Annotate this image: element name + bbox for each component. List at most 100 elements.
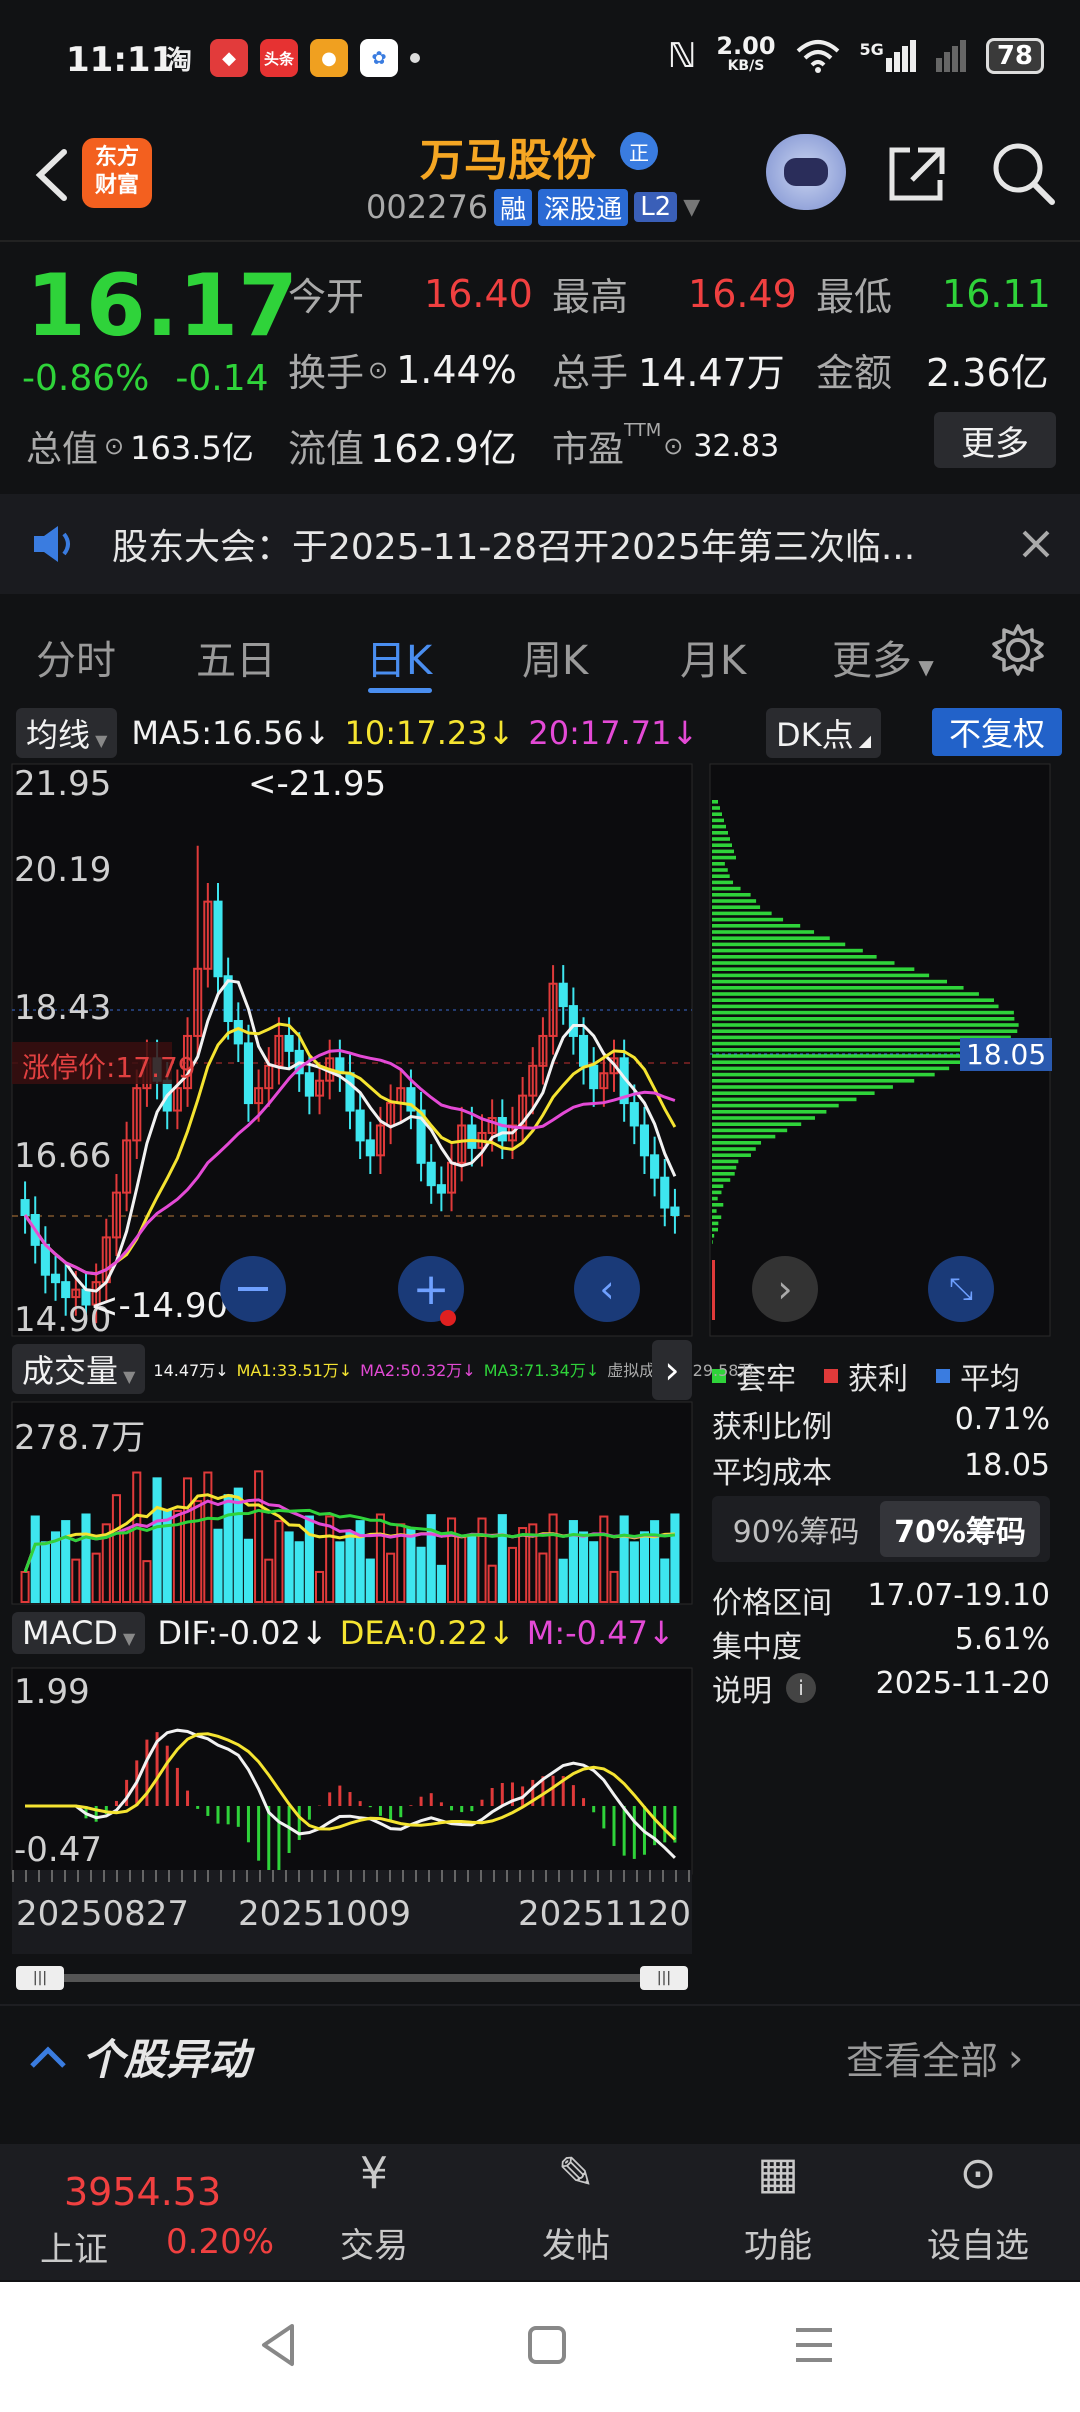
candle-body [245, 1043, 252, 1103]
expand-indicators-button[interactable]: › [652, 1340, 692, 1400]
nav-recents-icon[interactable] [792, 2324, 836, 2366]
chip-bar [712, 943, 845, 947]
macd-dea: DEA:0.22↓ [340, 1614, 515, 1652]
volume-bar [306, 1517, 313, 1602]
volume-bar [641, 1532, 648, 1602]
chip-bar [712, 1228, 718, 1232]
tab-weekly-k[interactable]: 周K [522, 628, 588, 686]
share-icon[interactable] [882, 138, 952, 208]
nfc-icon: ℕ [668, 36, 696, 76]
tab-more-label: 更多 [832, 638, 912, 684]
slider-handle-right[interactable]: ||| [640, 1966, 688, 1990]
network-type: 5G [860, 40, 884, 59]
chevron-down-icon: ▼ [683, 195, 700, 220]
nav-add-watchlist[interactable]: ⊙ 设自选 [908, 2148, 1048, 2267]
index-value[interactable]: 3954.53 [64, 2170, 221, 2214]
volume-bar [499, 1515, 506, 1602]
market-cap-value: 163.5亿 [130, 423, 254, 469]
concentration-label: 集中度 [712, 1622, 802, 1666]
x-label-mid: 20251009 [238, 1894, 411, 1934]
index-name[interactable]: 上证 [40, 2222, 108, 2271]
tag-l2: L2 [634, 192, 677, 222]
zoom-out-button[interactable] [220, 1256, 286, 1322]
macd-m: M:-0.47↓ [527, 1614, 675, 1652]
volume-bar [225, 1495, 232, 1602]
back-icon[interactable] [24, 140, 84, 210]
nav-post-label: 发帖 [506, 2218, 646, 2267]
adjust-button[interactable]: 不复权 [932, 708, 1062, 756]
tab-chip-90[interactable]: 90%筹码 [712, 1507, 880, 1551]
speaker-icon [30, 522, 80, 566]
pe-metric: 市盈 TTM ⊙ 32.83 [552, 420, 779, 472]
expand-button[interactable]: ⤡ [928, 1256, 994, 1322]
candle-body [306, 1073, 313, 1095]
volume-bar [154, 1478, 161, 1602]
nav-functions[interactable]: ▦ 功能 [708, 2148, 848, 2267]
candle-body [357, 1111, 364, 1141]
volume-bar [245, 1540, 252, 1602]
nav-post[interactable]: ✎ 发帖 [506, 2148, 646, 2267]
ma-selector[interactable]: 均线 ▼ [16, 708, 117, 758]
chip-bar [712, 998, 994, 1002]
price-range-label: 价格区间 [712, 1578, 832, 1622]
info-icon[interactable]: i [786, 1673, 816, 1703]
close-icon[interactable] [1018, 526, 1054, 562]
volume-selector[interactable]: 成交量 ▼ [12, 1344, 145, 1394]
tab-five-day[interactable]: 五日 [196, 628, 276, 686]
tab-more[interactable]: 更多 ▼ [832, 628, 934, 686]
slider-handle-left[interactable]: ||| [16, 1966, 64, 1990]
macd-header: MACD ▼ DIF:-0.02↓ DEA:0.22↓ M:-0.47↓ [12, 1612, 675, 1654]
volume-selector-label: 成交量 [22, 1352, 118, 1390]
profit-ratio-label: 获利比例 [712, 1402, 832, 1446]
chip-bar [712, 831, 728, 835]
tab-intraday[interactable]: 分时 [36, 628, 116, 686]
chip-bar [712, 893, 751, 897]
tag-margin: 融 [494, 189, 532, 226]
nav-back-icon[interactable] [256, 2320, 302, 2370]
abnormal-section-title[interactable]: 个股异动 [28, 2026, 250, 2087]
candle-body [286, 1036, 293, 1051]
notice-text[interactable]: 股东大会：于2025-11-28召开2025年第三次临... [112, 518, 915, 570]
volume-bar [235, 1489, 242, 1602]
chip-bar [712, 1005, 999, 1009]
chip-bar [712, 1153, 751, 1157]
dk-selector[interactable]: DK点 ◢ [766, 708, 881, 758]
view-all-link[interactable]: 查看全部 › [846, 2030, 1023, 2085]
volume-bar [671, 1514, 678, 1602]
candle-body [235, 1021, 242, 1043]
scroll-right-button[interactable]: › [752, 1256, 818, 1322]
x-axis-ticks [12, 1870, 692, 1882]
volume-bar [661, 1560, 668, 1602]
chevron-down-icon: ▼ [118, 1629, 135, 1648]
chip-bar [712, 874, 730, 878]
range-slider[interactable]: ||| ||| [16, 1966, 688, 1990]
float-value: 162.9亿 [370, 418, 517, 473]
legend-profit-label: 获利 [848, 1354, 908, 1398]
tab-monthly-k[interactable]: 月K [680, 628, 746, 686]
chip-bar [712, 1060, 968, 1064]
stock-code-row[interactable]: 002276 融 深股通 L2 ▼ [366, 188, 700, 226]
chevron-left-icon: ‹ [599, 1267, 614, 1311]
index-change[interactable]: 0.20% [166, 2222, 274, 2262]
gear-icon[interactable] [988, 620, 1048, 680]
chip-bar [712, 1178, 730, 1182]
more-button[interactable]: 更多 [934, 412, 1056, 468]
chip-bar [712, 1104, 839, 1108]
volume-bar [651, 1521, 658, 1602]
tab-chip-70[interactable]: 70%筹码 [880, 1501, 1040, 1557]
tag-connect: 深股通 [538, 189, 628, 226]
nav-trade[interactable]: ¥ 交易 [304, 2148, 444, 2267]
nav-home-icon[interactable] [526, 2324, 568, 2366]
amount-value: 2.36亿 [926, 342, 1049, 397]
macd-selector[interactable]: MACD ▼ [12, 1612, 145, 1654]
tab-daily-k[interactable]: 日K [366, 628, 432, 686]
chip-legend: 套牢 获利 平均 [712, 1354, 1020, 1398]
divider [0, 240, 1080, 242]
candle-body [214, 902, 221, 977]
search-icon[interactable] [988, 138, 1058, 208]
chip-bar [712, 1048, 992, 1052]
chip-bar [712, 1166, 736, 1170]
signal-sim2-icon [936, 40, 966, 72]
chip-bar [712, 905, 760, 909]
scroll-left-button[interactable]: ‹ [574, 1256, 640, 1322]
